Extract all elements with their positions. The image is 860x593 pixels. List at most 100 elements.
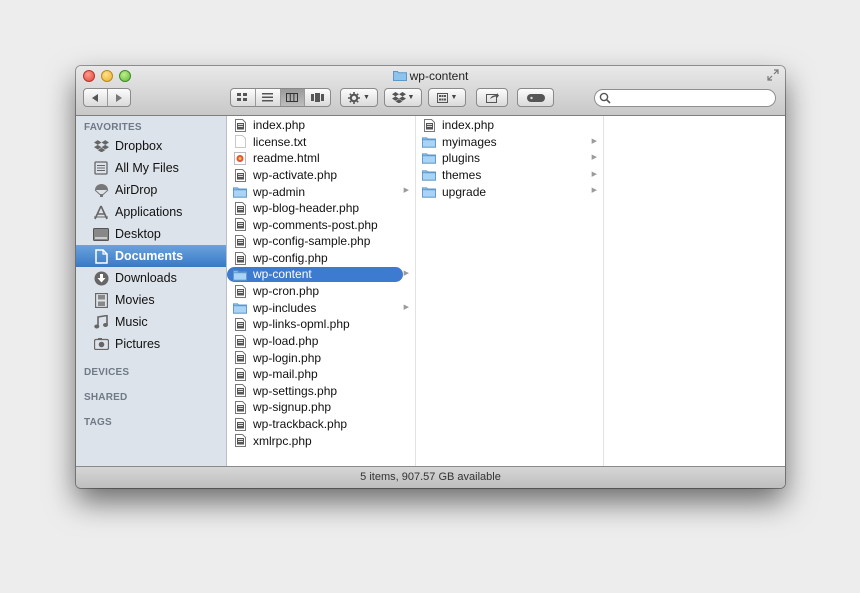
- disclosure-arrow-icon: ▶: [403, 270, 409, 278]
- file-name: wp-config.php: [253, 251, 328, 266]
- file-row[interactable]: wp-config.php: [227, 250, 405, 267]
- action-menu-button[interactable]: ▼: [340, 88, 378, 107]
- sidebar-item-label: Dropbox: [115, 139, 163, 153]
- music-icon: [91, 314, 111, 330]
- search-input[interactable]: [613, 91, 767, 107]
- sidebar-item-dropbox[interactable]: Dropbox: [76, 135, 226, 157]
- file-name: wp-load.php: [253, 334, 319, 349]
- file-name: wp-includes: [253, 300, 317, 315]
- file-row[interactable]: wp-trackback.php: [227, 416, 405, 433]
- file-row[interactable]: upgrade ▶: [416, 183, 597, 200]
- sidebar-header-devices[interactable]: DEVICES: [84, 367, 129, 378]
- file-row[interactable]: wp-links-opml.php: [227, 316, 405, 333]
- browser-column-2[interactable]: index.php myimages ▶ plugins ▶ themes ▶ upgrade…: [416, 116, 604, 466]
- sidebar-item-documents[interactable]: Documents: [76, 245, 226, 267]
- file-row[interactable]: index.php: [227, 117, 405, 134]
- back-forward-group: [83, 88, 131, 107]
- file-name: wp-signup.php: [253, 400, 332, 415]
- file-row[interactable]: wp-config-sample.php: [227, 233, 405, 250]
- disclosure-arrow-icon: ▶: [591, 137, 597, 145]
- sidebar-item-label: Documents: [115, 249, 184, 263]
- file-name: index.php: [253, 118, 306, 133]
- chevron-down-icon: ▼: [450, 94, 458, 101]
- back-button[interactable]: [84, 89, 108, 106]
- sidebar-header-shared[interactable]: SHARED: [84, 392, 127, 403]
- sidebar-item-all-my-files[interactable]: All My Files: [76, 157, 226, 179]
- file-row[interactable]: myimages ▶: [416, 134, 597, 151]
- folder-icon: [422, 152, 436, 165]
- gear-icon: [348, 91, 361, 104]
- applications-icon: [91, 204, 111, 220]
- all-files-icon: [91, 160, 111, 176]
- dropbox-menu-button[interactable]: ▼: [384, 88, 422, 107]
- file-row[interactable]: wp-signup.php: [227, 399, 405, 416]
- sidebar-header-tags[interactable]: TAGS: [84, 417, 112, 428]
- sidebar-item-label: AirDrop: [115, 183, 158, 197]
- file-row[interactable]: wp-activate.php: [227, 167, 405, 184]
- list-view-button[interactable]: [256, 89, 281, 106]
- search-field[interactable]: [594, 89, 776, 107]
- icon-view-icon: [237, 93, 248, 101]
- file-row[interactable]: wp-admin ▶: [227, 183, 409, 200]
- file-row[interactable]: wp-includes ▶: [227, 300, 409, 317]
- icon-view-button[interactable]: [231, 89, 256, 106]
- dropbox-icon: [391, 92, 406, 103]
- php-file-icon: [233, 334, 247, 348]
- sidebar-item-music[interactable]: Music: [76, 311, 226, 333]
- coverflow-view-icon: [311, 93, 325, 102]
- file-row[interactable]: plugins ▶: [416, 150, 597, 167]
- php-file-icon: [233, 434, 247, 448]
- window-title-text: wp-content: [409, 69, 469, 83]
- fullscreen-icon[interactable]: [767, 69, 779, 81]
- downloads-icon: [91, 270, 111, 286]
- file-row[interactable]: xmlrpc.php: [227, 432, 405, 449]
- file-row[interactable]: wp-load.php: [227, 333, 405, 350]
- dropbox-icon: [91, 138, 111, 154]
- file-row[interactable]: wp-content ▶: [227, 266, 409, 283]
- search-icon: [599, 92, 611, 104]
- folder-icon: [422, 135, 436, 148]
- file-row[interactable]: themes ▶: [416, 167, 597, 184]
- folder-icon: [422, 185, 436, 198]
- file-row[interactable]: wp-blog-header.php: [227, 200, 405, 217]
- share-button[interactable]: [476, 88, 508, 107]
- file-name: wp-activate.php: [253, 168, 338, 183]
- php-file-icon: [233, 384, 247, 398]
- file-row[interactable]: wp-settings.php: [227, 383, 405, 400]
- forward-button[interactable]: [108, 89, 131, 106]
- php-file-icon: [422, 118, 436, 132]
- php-file-icon: [233, 317, 247, 331]
- column-view-button[interactable]: [280, 89, 306, 106]
- status-text: 5 items, 907.57 GB available: [360, 471, 501, 483]
- edit-tags-button[interactable]: [517, 88, 554, 107]
- file-row[interactable]: index.php: [416, 117, 593, 134]
- php-file-icon: [233, 218, 247, 232]
- sidebar-item-applications[interactable]: Applications: [76, 201, 226, 223]
- arrange-menu-button[interactable]: ▼: [428, 88, 466, 107]
- file-name: wp-cron.php: [253, 284, 320, 299]
- folder-icon: [233, 301, 247, 314]
- column-view-icon: [286, 93, 299, 102]
- sidebar-item-downloads[interactable]: Downloads: [76, 267, 226, 289]
- chevron-down-icon: ▼: [407, 94, 415, 101]
- status-bar: 5 items, 907.57 GB available: [76, 466, 785, 488]
- file-row[interactable]: wp-mail.php: [227, 366, 405, 383]
- sidebar-item-movies[interactable]: Movies: [76, 289, 226, 311]
- file-row[interactable]: readme.html: [227, 150, 405, 167]
- browser-column-3[interactable]: [604, 116, 785, 466]
- titlebar: wp-content ▼ ▼ ▼: [76, 66, 785, 116]
- php-file-icon: [233, 400, 247, 414]
- file-row[interactable]: wp-comments-post.php: [227, 217, 405, 234]
- file-row[interactable]: wp-cron.php: [227, 283, 405, 300]
- sidebar-item-airdrop[interactable]: AirDrop: [76, 179, 226, 201]
- coverflow-view-button[interactable]: [305, 89, 330, 106]
- sidebar-item-desktop[interactable]: Desktop: [76, 223, 226, 245]
- disclosure-arrow-icon: ▶: [403, 187, 409, 195]
- file-row[interactable]: license.txt: [227, 134, 405, 151]
- sidebar-item-pictures[interactable]: Pictures: [76, 333, 226, 355]
- sidebar-item-label: Applications: [115, 205, 183, 219]
- sidebar-item-label: Pictures: [115, 337, 161, 351]
- file-row[interactable]: wp-login.php: [227, 349, 405, 366]
- browser-column-1[interactable]: index.php license.txt readme.html wp-activa…: [227, 116, 416, 466]
- airdrop-icon: [91, 182, 111, 198]
